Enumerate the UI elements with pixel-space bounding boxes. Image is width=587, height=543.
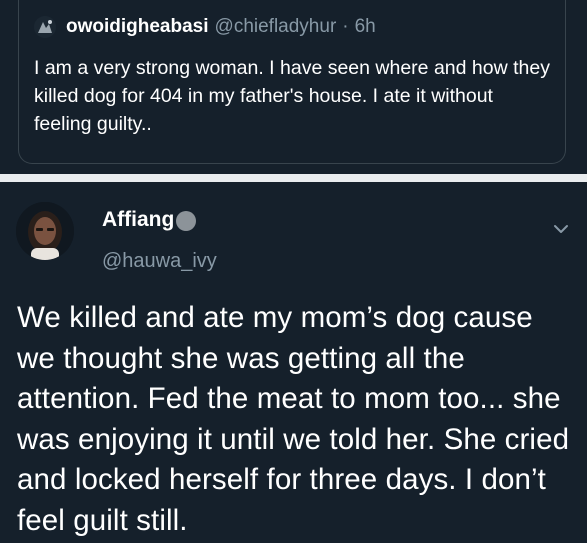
quoted-handle[interactable]: @chiefladyhur: [215, 16, 337, 38]
chevron-down-icon[interactable]: [552, 222, 570, 236]
avatar-icon[interactable]: [34, 16, 56, 38]
separator-dot: ·: [342, 16, 349, 37]
author-name-row: Affiang: [102, 208, 197, 232]
section-divider: [0, 174, 587, 182]
tweet-screenshot: owoidigheabasi @chiefladyhur · 6h I am a…: [0, 0, 587, 543]
main-tweet: Affiang @hauwa_ivy We killed and ate my …: [0, 182, 587, 543]
circle-badge-icon: [176, 211, 197, 231]
author-display-name[interactable]: Affiang: [102, 208, 174, 232]
quoted-tweet-header: owoidigheabasi @chiefladyhur · 6h: [34, 16, 376, 38]
author-handle[interactable]: @hauwa_ivy: [102, 250, 217, 273]
quoted-display-name[interactable]: owoidigheabasi: [66, 16, 209, 38]
quoted-timestamp[interactable]: 6h: [355, 16, 376, 38]
quoted-tweet-card[interactable]: owoidigheabasi @chiefladyhur · 6h I am a…: [18, 0, 566, 164]
quoted-tweet-text: I am a very strong woman. I have seen wh…: [34, 57, 550, 135]
tweet-text: We killed and ate my mom’s dog cause we …: [17, 301, 570, 537]
author-avatar[interactable]: [16, 202, 74, 260]
